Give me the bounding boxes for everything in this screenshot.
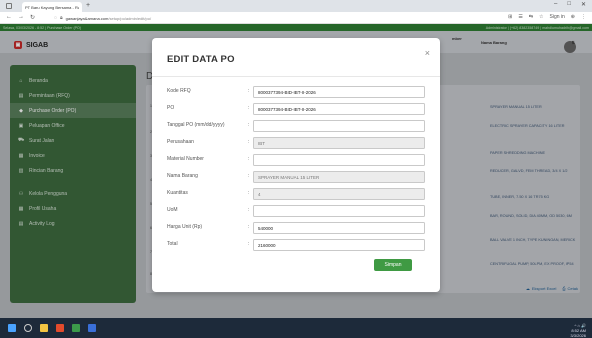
reader-icon[interactable]: ☰ [518, 14, 522, 20]
field-label: Tanggal PO (mm/dd/yyyy) [167, 122, 225, 128]
browser-tab-title: PT Baru Kayung Bersama - Rai... x [25, 4, 79, 10]
download-icon[interactable]: ⊕ [571, 14, 575, 20]
extensions-icon[interactable]: ⊞ [508, 14, 512, 20]
reload-icon[interactable]: ↻ [30, 14, 35, 21]
new-tab-button[interactable]: + [86, 2, 90, 9]
field-row-kuantitas: Kuantitas : [167, 188, 429, 200]
modal-divider [152, 76, 440, 77]
close-window-button[interactable]: ✕ [581, 1, 586, 8]
app-icon[interactable] [72, 324, 80, 332]
tanggal-po-input[interactable] [253, 120, 425, 132]
translate-icon[interactable]: ⇆ [529, 14, 533, 20]
forward-arrow-icon[interactable]: → [18, 14, 24, 20]
kuantitas-input [253, 188, 425, 200]
field-label: Total [167, 241, 178, 247]
tab-actions-icon[interactable] [6, 3, 12, 9]
field-label: PO [167, 105, 175, 111]
window-controls: – □ ✕ [554, 1, 586, 8]
field-row-uom: UoM : [167, 205, 429, 217]
browser-tab[interactable]: PT Baru Kayung Bersama - Rai... x [22, 2, 82, 12]
field-row-kode-rfq: Kode RFQ : [167, 86, 429, 98]
minimize-button[interactable]: – [554, 1, 557, 8]
search-icon[interactable] [24, 324, 32, 332]
browser-icon[interactable] [56, 324, 64, 332]
browser-toolbar: ⊞ ☰ ⇆ ☆ Sign in ⊕ ⋮ [508, 14, 586, 20]
url-path: /setup/po/admin/edit/po/ [108, 15, 152, 21]
file-explorer-icon[interactable] [40, 324, 48, 332]
mail-icon[interactable] [88, 324, 96, 332]
total-input[interactable] [253, 239, 425, 251]
field-label: Kuantitas [167, 190, 188, 196]
material-number-input[interactable] [253, 154, 425, 166]
field-label: Kode RFQ [167, 88, 191, 94]
menu-icon[interactable]: ⋮ [581, 14, 586, 20]
back-arrow-icon[interactable]: ← [6, 14, 12, 20]
bookmark-star-icon[interactable]: ☆ [539, 14, 543, 20]
os-taskbar: ^ ⌂ 🔊 8:52 AM 3/3/2026 [0, 318, 592, 338]
po-input[interactable] [253, 103, 425, 115]
field-row-perusahaan: Perusahaan : [167, 137, 429, 149]
lock-icon: 🔒︎ [59, 15, 63, 21]
clock-date: 3/3/2026 [570, 333, 586, 338]
browser-tab-strip: PT Baru Kayung Bersama - Rai... x + – □ … [0, 0, 592, 12]
save-button[interactable]: Simpan [374, 259, 412, 271]
field-label: UoM [167, 207, 178, 213]
harga-unit-input[interactable] [253, 222, 425, 234]
maximize-button[interactable]: □ [567, 1, 571, 8]
field-row-total: Total : [167, 239, 429, 251]
url-domain: gawanjaya&amana.com [65, 15, 109, 21]
system-tray[interactable]: ^ ⌂ 🔊 8:52 AM 3/3/2026 [570, 323, 586, 338]
field-label: Perusahaan [167, 139, 194, 145]
field-row-harga-unit: Harga Unit (Rp) : [167, 222, 429, 234]
field-label: Nama Barang [167, 173, 198, 179]
shield-icon: ◌ [54, 15, 57, 21]
url-field[interactable]: ◌ 🔒︎ gawanjaya&amana.com/setup/po/admin/… [54, 14, 414, 22]
uom-input[interactable] [253, 205, 425, 217]
field-row-po: PO : [167, 103, 429, 115]
close-icon[interactable]: × [425, 48, 430, 58]
nama-barang-input [253, 171, 425, 183]
modal-title: EDIT DATA PO [167, 54, 235, 65]
field-label: Material Number [167, 156, 204, 162]
kode-rfq-input[interactable] [253, 86, 425, 98]
field-label: Harga Unit (Rp) [167, 224, 203, 230]
address-bar: ← → ↻ ◌ 🔒︎ gawanjaya&amana.com/setup/po/… [0, 12, 592, 24]
perusahaan-input [253, 137, 425, 149]
edit-po-modal: EDIT DATA PO × Kode RFQ : PO : Tanggal P… [152, 38, 440, 292]
start-icon[interactable] [8, 324, 16, 332]
field-row-material-number: Material Number : [167, 154, 429, 166]
field-row-tanggal-po: Tanggal PO (mm/dd/yyyy) : [167, 120, 429, 132]
sign-in-button[interactable]: Sign in [550, 14, 565, 20]
field-row-nama-barang: Nama Barang : [167, 171, 429, 183]
